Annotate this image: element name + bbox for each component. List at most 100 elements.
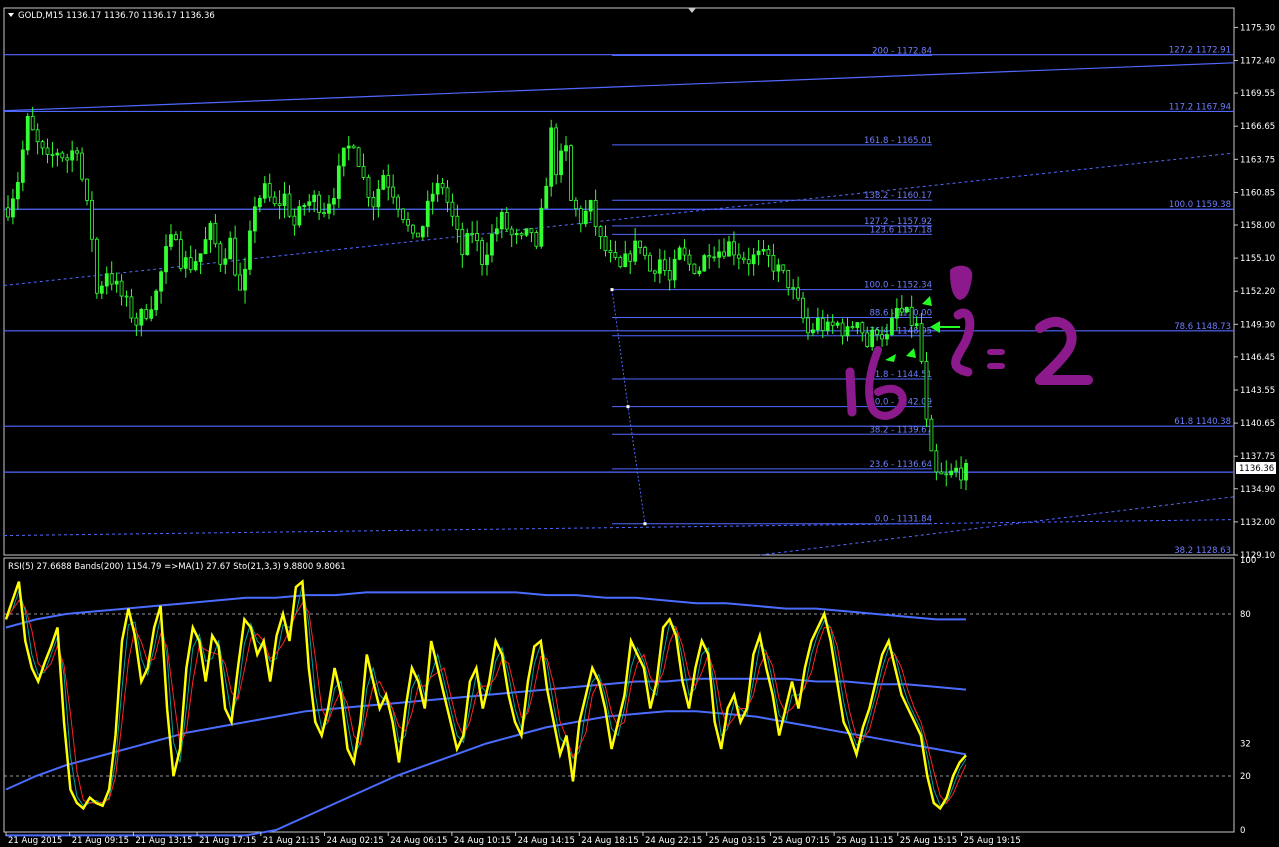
candle-body — [638, 240, 642, 249]
candle-body — [346, 145, 351, 149]
candle-body — [267, 183, 272, 198]
candle-body — [554, 127, 559, 176]
candle-body — [628, 253, 633, 262]
candle-body — [40, 141, 45, 149]
candle-body — [109, 273, 114, 285]
candle-body — [722, 251, 726, 257]
candle-body — [811, 329, 815, 334]
candle-body — [223, 258, 228, 265]
candle-body — [70, 150, 75, 161]
candle-body — [835, 322, 840, 326]
candle-body — [692, 263, 697, 274]
time-axis-tick-label: 21 Aug 17:15 — [199, 836, 256, 846]
candle-body — [188, 257, 193, 271]
current-price-label: 1136.36 — [1239, 464, 1274, 474]
candle-body — [336, 165, 341, 199]
candle-body — [583, 210, 588, 225]
candle-body — [327, 203, 331, 214]
candle-body — [149, 309, 154, 319]
candle-body — [159, 271, 163, 292]
candle-body — [904, 306, 909, 313]
candle-body — [894, 307, 899, 319]
time-axis-tick-label: 21 Aug 21:15 — [263, 836, 320, 846]
candle-body — [944, 473, 949, 476]
background — [0, 0, 1279, 847]
candle-body — [450, 201, 455, 217]
candle-body — [499, 212, 504, 230]
candle-body — [391, 186, 396, 198]
candle-body — [633, 240, 638, 262]
fib-level-label: 200 - 1172.84 — [872, 47, 932, 57]
trading-chart[interactable]: 127.2 1172.91 117.2 1167.94 100.0 1159.38 7… — [0, 0, 1279, 847]
candle-body — [840, 322, 845, 337]
candle-body — [415, 232, 420, 238]
time-axis-tick-label: 24 Aug 22:15 — [645, 836, 702, 846]
candle-body — [845, 326, 850, 337]
candle-body — [573, 199, 578, 210]
candle-body — [598, 226, 603, 237]
candle-body — [11, 198, 15, 218]
indicator-header: RSI(5) 27.6688 Bands(200) 1154.79 =>MA(1… — [8, 562, 346, 572]
candle-body — [801, 297, 805, 319]
indicator-axis-tick-label: 32 — [1240, 740, 1251, 750]
candle-body — [519, 232, 524, 236]
candle-body — [435, 183, 440, 195]
candle-body — [964, 462, 968, 481]
candle-body — [494, 228, 499, 235]
fib-anchor-point — [610, 288, 614, 292]
candle-body — [504, 212, 509, 230]
candle-body — [307, 201, 312, 206]
candle-body — [312, 194, 317, 203]
candle-body — [549, 127, 554, 187]
candle-body — [124, 295, 129, 298]
fib-level-label: 100.0 - 1152.34 — [864, 281, 932, 291]
candle-body — [806, 317, 810, 334]
fib-anchor-point — [643, 522, 647, 526]
candle-body — [406, 219, 410, 226]
price-axis-tick-label: 1132.00 — [1240, 518, 1275, 528]
candle-body — [648, 254, 652, 272]
candle-body — [455, 215, 460, 230]
candle-body — [727, 241, 731, 257]
candle-body — [248, 230, 252, 270]
time-axis-tick-label: 24 Aug 14:15 — [518, 836, 575, 846]
candle-body — [129, 296, 134, 319]
candle-body — [687, 254, 692, 265]
candle-body — [119, 280, 124, 297]
candle-body — [820, 317, 825, 331]
candle-body — [776, 264, 781, 272]
candle-body — [949, 470, 954, 476]
symbol-header: GOLD,M15 1136.17 1136.70 1136.17 1136.36 — [18, 11, 215, 21]
candle-body — [470, 233, 475, 235]
candle-body — [850, 326, 855, 329]
candle-body — [860, 322, 865, 334]
price-axis-tick-label: 1160.85 — [1240, 188, 1275, 198]
candle-body — [164, 246, 168, 273]
candle-body — [603, 236, 608, 252]
price-axis-tick-label: 1134.90 — [1240, 485, 1275, 495]
candle-body — [717, 251, 721, 258]
candle-body — [262, 183, 267, 199]
fib-level-label: 123.6 1157.18 — [870, 225, 932, 235]
candle-body — [746, 259, 751, 265]
candle-body — [934, 450, 939, 473]
candle-body — [899, 307, 904, 313]
candle-body — [815, 317, 820, 331]
candle-body — [643, 247, 647, 256]
candle-body — [302, 204, 307, 207]
candle-body — [761, 249, 766, 252]
time-axis-tick-label: 24 Aug 18:15 — [581, 836, 638, 846]
time-axis-tick-label: 21 Aug 2015 — [8, 836, 62, 846]
candle-body — [287, 193, 292, 217]
fib-level-label: 38.2 - 1139.67 — [869, 425, 932, 435]
candle-body — [238, 274, 242, 291]
candle-body — [939, 471, 944, 475]
candle-body — [544, 185, 549, 209]
candle-body — [741, 257, 746, 261]
time-axis-tick-label: 25 Aug 11:15 — [836, 836, 893, 846]
price-axis-tick-label: 1146.45 — [1240, 353, 1275, 363]
candle-body — [564, 145, 568, 152]
price-axis-tick-label: 1149.30 — [1240, 320, 1275, 330]
candle-body — [929, 418, 934, 452]
candle-body — [35, 129, 40, 143]
